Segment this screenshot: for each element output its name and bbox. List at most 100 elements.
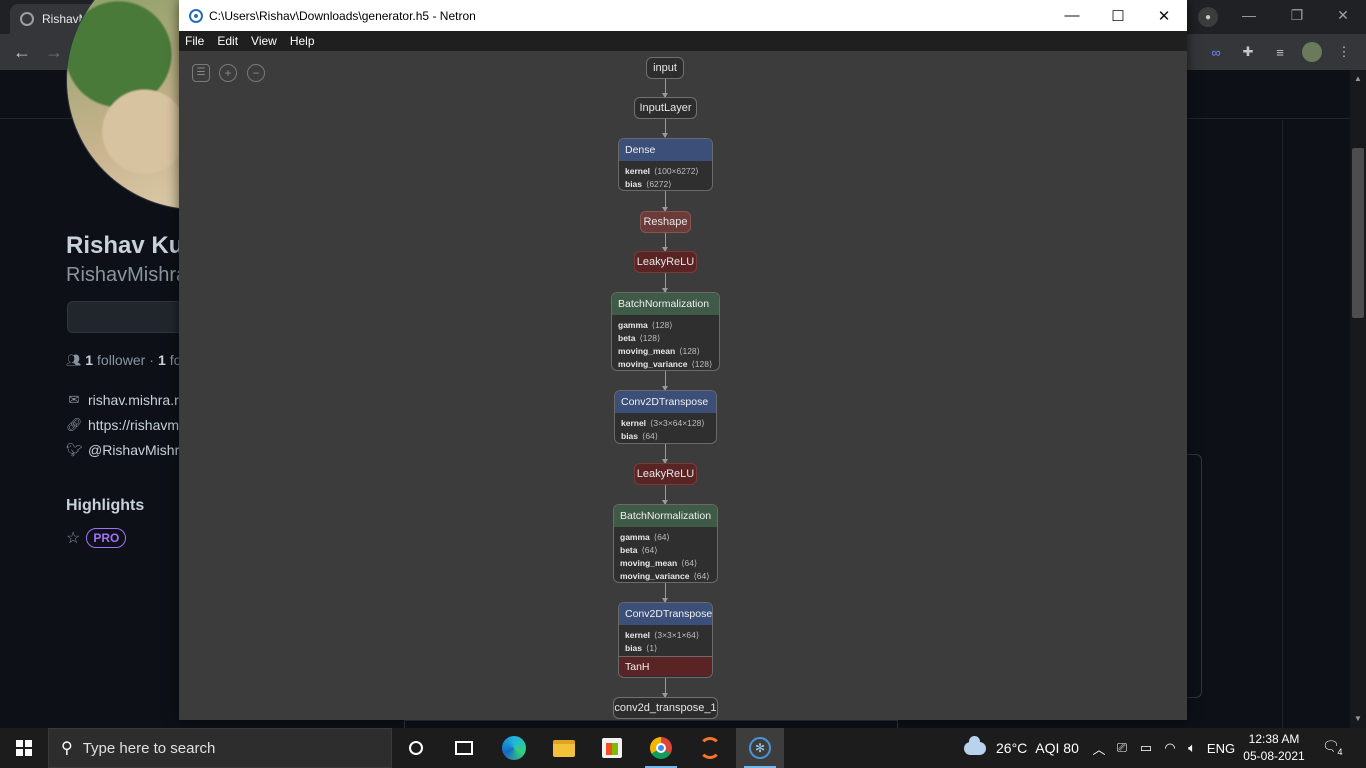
attr-row: bias ⟨64⟩: [621, 431, 659, 441]
sidebar-menu-icon[interactable]: ☰: [192, 64, 210, 82]
profile-avatar-icon[interactable]: [1302, 42, 1322, 62]
graph-node-input[interactable]: input: [646, 57, 684, 79]
cloud-icon: [964, 735, 986, 755]
node-label: input: [653, 62, 677, 74]
attr-row: gamma ⟨128⟩: [618, 320, 673, 330]
back-icon[interactable]: ←: [10, 40, 34, 64]
taskbar-edge[interactable]: [490, 728, 538, 768]
website-link[interactable]: https://rishavm: [88, 417, 179, 433]
browser-restore-icon[interactable]: ❐: [1274, 0, 1320, 30]
reading-list-icon[interactable]: ≡: [1270, 42, 1290, 62]
edge: [662, 233, 668, 252]
battery-icon[interactable]: ▭: [1136, 728, 1156, 768]
attr-row: kernel ⟨100×6272⟩: [625, 166, 699, 176]
node-title: BatchNormalization: [614, 505, 717, 527]
attr-row: beta ⟨64⟩: [620, 545, 658, 555]
store-icon: [602, 738, 622, 758]
clock-date: 05-08-2021: [1243, 749, 1305, 763]
meet-now-icon[interactable]: ⎚: [1112, 728, 1132, 768]
menu-help[interactable]: Help: [290, 34, 315, 48]
weather-widget[interactable]: 26°C AQI 80: [964, 728, 1079, 768]
menu-view[interactable]: View: [251, 34, 277, 48]
netron-titlebar[interactable]: C:\Users\Rishav\Downloads\generator.h5 -…: [179, 0, 1187, 31]
folder-icon: [553, 739, 575, 757]
close-icon[interactable]: ✕: [1141, 0, 1187, 31]
chrome-menu-icon[interactable]: ⋮: [1334, 42, 1354, 62]
edge-icon: [502, 736, 526, 760]
node-title: Dense: [619, 139, 712, 161]
edge: [662, 444, 668, 464]
node-attributes: gamma ⟨128⟩ beta ⟨128⟩ moving_mean ⟨128⟩ mo…: [612, 315, 719, 370]
maximize-icon[interactable]: ☐: [1095, 0, 1141, 31]
edge: [662, 485, 668, 505]
twitter-link[interactable]: @RishavMishra: [88, 442, 187, 458]
start-button[interactable]: [0, 728, 48, 768]
action-center-button[interactable]: 🗨︎ 4: [1322, 738, 1346, 758]
node-attributes: kernel ⟨3×3×1×64⟩ bias ⟨1⟩: [619, 625, 712, 656]
attr-row: kernel ⟨3×3×1×64⟩: [625, 630, 700, 640]
edge: [662, 79, 668, 98]
menu-edit[interactable]: Edit: [217, 34, 238, 48]
graph-node-conv2dtranspose-1[interactable]: Conv2DTranspose kernel ⟨3×3×64×128⟩ bias ⟨…: [614, 390, 717, 444]
attr-row: moving_variance ⟨64⟩: [620, 571, 710, 581]
language-indicator[interactable]: ENG: [1206, 728, 1236, 768]
minimize-icon[interactable]: —: [1049, 0, 1095, 31]
clock[interactable]: 12:38 AM 05-08-2021: [1238, 731, 1310, 765]
pro-badge[interactable]: PRO: [86, 528, 127, 548]
taskbar-netron[interactable]: [736, 728, 784, 768]
menu-bar: File Edit View Help: [179, 31, 1187, 51]
attr-row: moving_variance ⟨128⟩: [618, 359, 713, 369]
page-scrollbar-thumb[interactable]: [1352, 148, 1364, 318]
followers-label[interactable]: follower: [97, 352, 145, 368]
taskbar-store[interactable]: [588, 728, 636, 768]
taskbar-search-box[interactable]: ⚲ Type here to search: [48, 728, 392, 768]
cortana-button[interactable]: [392, 728, 440, 768]
browser-close-icon[interactable]: ✕: [1320, 0, 1366, 30]
graph-node-batchnorm-2[interactable]: BatchNormalization gamma ⟨64⟩ beta ⟨64⟩ mo…: [613, 504, 718, 583]
node-label: conv2d_transpose_1: [614, 702, 717, 714]
attr-row: bias ⟨6272⟩: [625, 179, 672, 189]
graph-node-conv2dtranspose-2[interactable]: Conv2DTranspose kernel ⟨3×3×1×64⟩ bias ⟨1⟩…: [618, 602, 713, 678]
followers-count[interactable]: 1: [85, 352, 93, 368]
wifi-icon[interactable]: ◠: [1160, 728, 1180, 768]
github-icon: [20, 12, 34, 26]
cortana-icon: [409, 741, 423, 755]
node-title: Conv2DTranspose: [615, 391, 716, 413]
scroll-down-arrow-icon[interactable]: ▼: [1352, 714, 1364, 723]
zoom-out-icon[interactable]: −: [247, 64, 265, 82]
graph-node-output[interactable]: conv2d_transpose_1: [613, 697, 718, 719]
taskbar-file-explorer[interactable]: [540, 728, 588, 768]
zoom-in-icon[interactable]: +: [219, 64, 237, 82]
graph-node-reshape[interactable]: Reshape: [640, 211, 691, 233]
extensions-puzzle-icon[interactable]: ✚: [1238, 42, 1258, 62]
highlights-pro-row: ☆ PRO: [66, 528, 127, 548]
profile-name: Rishav Ku: [66, 232, 184, 259]
forward-icon[interactable]: →: [42, 40, 66, 64]
netron-window: C:\Users\Rishav\Downloads\generator.h5 -…: [179, 0, 1187, 720]
volume-icon[interactable]: 🔈︎: [1182, 728, 1202, 768]
graph-canvas[interactable]: ☰ + − input InputLayer Dense kernel ⟨100×…: [179, 51, 1187, 720]
scroll-up-arrow-icon[interactable]: ▲: [1352, 74, 1364, 83]
graph-node-batchnorm-1[interactable]: BatchNormalization gamma ⟨128⟩ beta ⟨128⟩ …: [611, 292, 720, 371]
taskbar-jupyter[interactable]: [686, 728, 734, 768]
show-hidden-icons-chevron-icon[interactable]: ︿: [1090, 728, 1108, 768]
browser-minimize-icon[interactable]: —: [1226, 0, 1272, 30]
graph-node-leakyrelu-1[interactable]: LeakyReLU: [634, 251, 697, 273]
people-icon: 👥︎: [66, 353, 82, 367]
extension-infinity-icon[interactable]: ∞: [1206, 42, 1226, 62]
chrome-profile-icon[interactable]: ●: [1198, 7, 1218, 27]
graph-node-leakyrelu-2[interactable]: LeakyReLU: [634, 463, 697, 485]
edge: [662, 191, 668, 212]
menu-file[interactable]: File: [185, 34, 204, 48]
netron-app-icon: [189, 8, 203, 23]
content-divider: [1282, 120, 1283, 728]
notification-count: 4: [1334, 746, 1346, 758]
taskbar-chrome[interactable]: [637, 728, 685, 768]
node-attributes: kernel ⟨100×6272⟩ bias ⟨6272⟩: [619, 161, 712, 190]
graph-node-dense[interactable]: Dense kernel ⟨100×6272⟩ bias ⟨6272⟩: [618, 138, 713, 191]
graph-node-inputlayer[interactable]: InputLayer: [634, 97, 697, 119]
email-link[interactable]: rishav.mishra.r: [88, 392, 179, 408]
node-label: LeakyReLU: [636, 256, 695, 268]
following-count[interactable]: 1: [158, 352, 166, 368]
task-view-button[interactable]: [440, 728, 488, 768]
